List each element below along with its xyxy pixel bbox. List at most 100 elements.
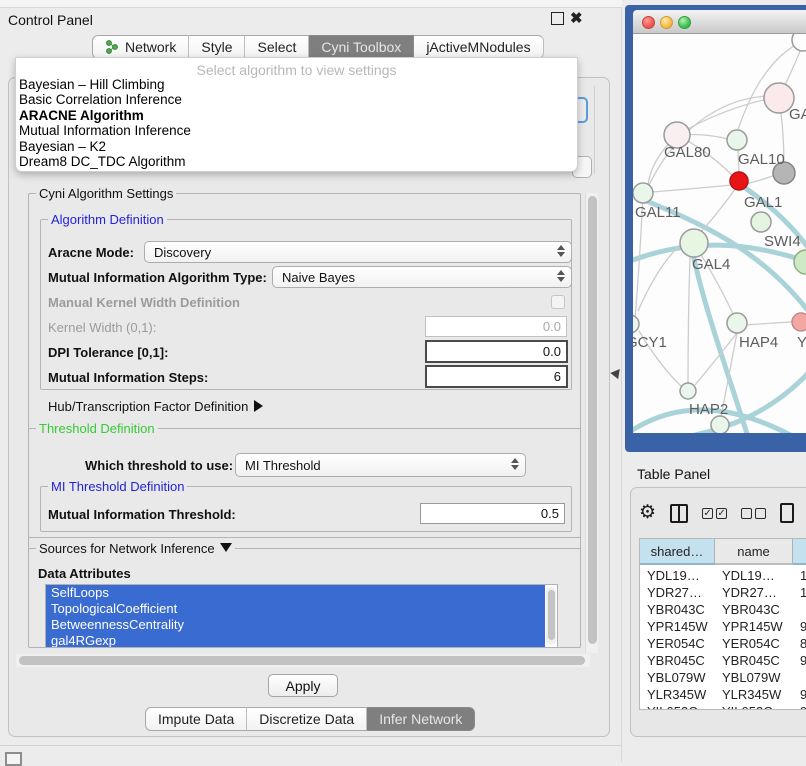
node-label: GCY1 xyxy=(633,334,667,351)
tab-infer-network[interactable]: Infer Network xyxy=(367,707,475,731)
node-label: Y xyxy=(797,334,806,351)
list-item[interactable]: SelfLoops xyxy=(46,585,545,601)
columns-icon[interactable] xyxy=(670,504,688,523)
node[interactable] xyxy=(794,250,806,274)
dropdown-item[interactable]: Bayesian – K2 xyxy=(16,139,577,154)
node-swi4[interactable] xyxy=(751,212,771,232)
table-row[interactable]: YBR045CYBR045C9. xyxy=(640,652,806,669)
kernel-width-field: 0.0 xyxy=(425,316,567,337)
column-header-shared-name[interactable]: shared… xyxy=(640,539,715,565)
sources-collapser[interactable]: Sources for Network Inference xyxy=(36,541,235,556)
dropdown-prompt: Select algorithm to view settings xyxy=(16,58,577,77)
network-view-window: GAL GAL80 GAL10 GAL1 GAL11 SWI4 GAL4 GCY… xyxy=(625,5,806,452)
list-scrollbar[interactable] xyxy=(546,587,556,645)
node-label: GAL11 xyxy=(635,204,681,221)
table-row[interactable]: YBL079WYBL079W xyxy=(640,669,806,686)
which-threshold-label: Which threshold to use: xyxy=(85,458,233,473)
dpi-tolerance-label: DPI Tolerance [0,1]: xyxy=(48,345,168,360)
mi-type-combo[interactable]: Naive Bayes xyxy=(272,266,572,288)
tab-impute-data[interactable]: Impute Data xyxy=(145,707,247,731)
node[interactable] xyxy=(711,416,729,433)
chevron-right-icon xyxy=(254,400,263,412)
deselect-all-icon[interactable] xyxy=(741,508,766,519)
group-title: Algorithm Definition xyxy=(48,212,167,227)
table-panel-title: Table Panel xyxy=(637,466,710,482)
table-row[interactable]: YER054CYER054C8. xyxy=(640,635,806,652)
combo-arrows-icon xyxy=(511,458,519,470)
node-label: GAL4 xyxy=(692,256,730,273)
table-row[interactable]: YDL19…YDL19…13 xyxy=(640,567,806,584)
mi-steps-field[interactable]: 6 xyxy=(425,365,568,388)
float-window-icon[interactable] xyxy=(551,12,564,25)
network-canvas[interactable]: GAL GAL80 GAL10 GAL1 GAL11 SWI4 GAL4 GCY… xyxy=(633,34,806,433)
list-item[interactable]: gal4RGexp xyxy=(46,633,545,648)
node-gal10[interactable] xyxy=(727,130,747,150)
table-row[interactable]: YPR145WYPR145W9. xyxy=(640,618,806,635)
group-title: Cyni Algorithm Settings xyxy=(36,186,176,201)
close-icon[interactable]: ✖ xyxy=(570,9,583,22)
tab-select[interactable]: Select xyxy=(245,35,309,59)
edge xyxy=(700,188,736,233)
list-item[interactable]: TopologicalCoefficient xyxy=(46,601,545,617)
table-row[interactable]: YLR345WYLR345W9. xyxy=(640,686,806,703)
node-gcy1[interactable] xyxy=(633,315,639,333)
select-all-icon[interactable]: ✓ ✓ xyxy=(702,508,727,519)
apply-button[interactable]: Apply xyxy=(268,674,338,697)
table-row[interactable]: YBR043CYBR043C xyxy=(640,601,806,618)
hub-definition-expander[interactable]: Hub/Transcription Factor Definition xyxy=(48,399,263,414)
algorithm-dropdown-list: Select algorithm to view settings Bayesi… xyxy=(15,57,578,172)
tab-style[interactable]: Style xyxy=(189,35,245,59)
node-gal4[interactable] xyxy=(680,229,708,257)
table-toolbar: ⚙ ✓ ✓ xyxy=(639,500,806,526)
dpi-tolerance-field[interactable]: 0.0 xyxy=(425,340,568,363)
node-salmon[interactable] xyxy=(792,313,806,331)
combo-arrows-icon xyxy=(557,270,565,282)
list-item[interactable]: BetweennessCentrality xyxy=(46,617,545,633)
dropdown-item[interactable]: Bayesian – Hill Climbing xyxy=(16,77,577,92)
tab-discretize-data[interactable]: Discretize Data xyxy=(247,707,367,731)
kernel-width-label: Kernel Width (0,1): xyxy=(48,320,156,335)
chevron-down-icon xyxy=(220,543,232,552)
column-header-name[interactable]: name xyxy=(715,539,793,565)
edge xyxy=(746,175,775,184)
node-label: GAL xyxy=(789,106,806,123)
node[interactable] xyxy=(792,34,806,51)
edge xyxy=(746,322,792,325)
column-header[interactable] xyxy=(793,539,806,565)
table-panel: ⚙ ✓ ✓ shared… name YDL19…YDL19…13 YDR27…… xyxy=(630,487,806,737)
node-hap4[interactable] xyxy=(727,313,747,333)
close-traffic-light[interactable] xyxy=(642,16,655,29)
aracne-mode-label: Aracne Mode: xyxy=(48,245,134,260)
settings-horizontal-scrollbar[interactable] xyxy=(16,654,590,667)
settings-vertical-scrollbar[interactable] xyxy=(585,193,598,653)
control-panel: Control Panel ✖ Network Style Select Cyn… xyxy=(0,0,622,762)
node-label: HAP2 xyxy=(689,401,728,418)
table-row[interactable]: YIL052CYIL052C9 xyxy=(640,703,806,710)
group-title: MI Threshold Definition xyxy=(48,479,187,494)
which-threshold-combo[interactable]: MI Threshold xyxy=(235,453,526,477)
node-gal1-selected[interactable] xyxy=(730,172,748,190)
aracne-mode-combo[interactable]: Discovery xyxy=(144,241,572,263)
dropdown-item[interactable]: Mutual Information Inference xyxy=(16,123,577,138)
dropdown-item[interactable]: Dream8 DC_TDC Algorithm xyxy=(16,154,577,169)
network-window-titlebar[interactable] xyxy=(633,10,806,34)
document-icon[interactable] xyxy=(780,503,794,523)
node-label: SWI4 xyxy=(764,233,801,250)
tab-network[interactable]: Network xyxy=(92,35,189,59)
dropdown-item[interactable]: Basic Correlation Inference xyxy=(16,92,577,107)
dropdown-item-selected[interactable]: ARACNE Algorithm xyxy=(16,108,577,123)
node-label: HAP4 xyxy=(739,334,778,351)
gear-icon[interactable]: ⚙ xyxy=(639,503,656,523)
tab-jactivemnodules[interactable]: jActiveMNodules xyxy=(414,35,543,59)
collapsed-panel-icon[interactable] xyxy=(5,752,22,766)
minimize-traffic-light[interactable] xyxy=(660,16,673,29)
tab-cyni-toolbox[interactable]: Cyni Toolbox xyxy=(309,35,414,59)
mi-threshold-field[interactable]: 0.5 xyxy=(420,503,565,524)
node-label: GAL1 xyxy=(744,194,782,211)
table-row[interactable]: YDR27…YDR27…12 xyxy=(640,584,806,601)
combo-arrows-icon xyxy=(557,245,565,257)
node-gal11[interactable] xyxy=(633,183,653,203)
control-panel-title: Control Panel xyxy=(8,12,93,28)
zoom-traffic-light[interactable] xyxy=(678,16,691,29)
node-hap2[interactable] xyxy=(680,383,696,399)
